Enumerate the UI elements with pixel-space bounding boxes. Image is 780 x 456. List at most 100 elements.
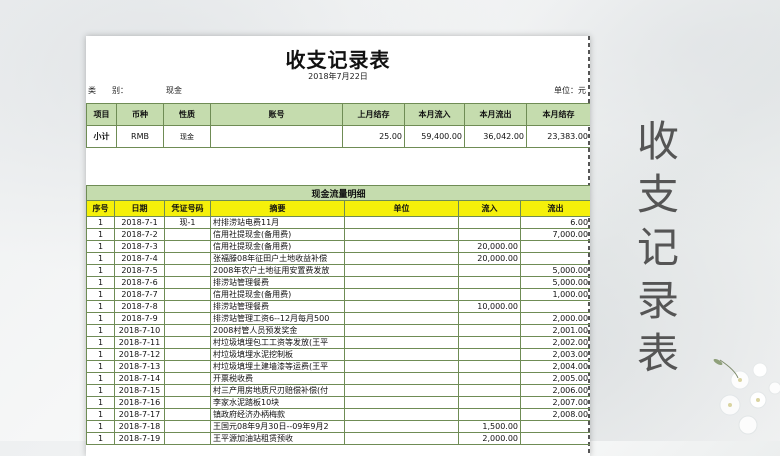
- table-cell[interactable]: 1: [86, 264, 115, 277]
- table-cell[interactable]: [164, 348, 211, 361]
- table-cell[interactable]: 信用社提现金(备用费): [210, 240, 345, 253]
- table-cell[interactable]: 2018-7-12: [114, 348, 165, 361]
- table-cell[interactable]: [458, 288, 521, 301]
- table-cell[interactable]: 2018-7-11: [114, 336, 165, 349]
- table-cell[interactable]: [164, 396, 211, 409]
- table-cell[interactable]: 2018-7-4: [114, 252, 165, 265]
- table-cell[interactable]: 2,003.00: [519, 348, 590, 361]
- table-cell[interactable]: 2,005.00: [519, 372, 590, 385]
- table-cell[interactable]: 1: [86, 384, 115, 397]
- table-cell[interactable]: 2018-7-6: [114, 276, 165, 289]
- table-cell[interactable]: 2,000.00: [519, 312, 590, 325]
- table-cell[interactable]: [164, 240, 211, 253]
- table-cell[interactable]: [344, 336, 459, 349]
- summary-cell[interactable]: 36,042.00: [464, 125, 527, 148]
- table-cell[interactable]: [344, 228, 459, 241]
- table-cell[interactable]: [164, 300, 211, 313]
- table-cell[interactable]: [519, 420, 590, 433]
- detail-header-cell[interactable]: 单位: [344, 200, 459, 217]
- table-cell[interactable]: 排涝站管理餐费: [210, 276, 345, 289]
- table-cell[interactable]: 1: [86, 348, 115, 361]
- table-cell[interactable]: 2,000.00: [458, 432, 521, 445]
- table-cell[interactable]: [519, 240, 590, 253]
- header-cell[interactable]: 账号: [210, 103, 343, 126]
- table-cell[interactable]: 1: [86, 228, 115, 241]
- table-cell[interactable]: [519, 300, 590, 313]
- table-cell[interactable]: [344, 396, 459, 409]
- table-cell[interactable]: 排涝站管理餐费: [210, 300, 345, 313]
- table-cell[interactable]: [344, 372, 459, 385]
- table-cell[interactable]: [344, 264, 459, 277]
- table-cell[interactable]: 2018-7-1: [114, 216, 165, 229]
- table-cell[interactable]: [458, 264, 521, 277]
- table-cell[interactable]: [164, 372, 211, 385]
- table-cell[interactable]: 1: [86, 252, 115, 265]
- table-cell[interactable]: 2018-7-15: [114, 384, 165, 397]
- table-cell[interactable]: [458, 312, 521, 325]
- table-cell[interactable]: [164, 420, 211, 433]
- table-cell[interactable]: [164, 336, 211, 349]
- table-cell[interactable]: [458, 324, 521, 337]
- table-cell[interactable]: [344, 348, 459, 361]
- table-cell[interactable]: 2018-7-9: [114, 312, 165, 325]
- table-cell[interactable]: 村三产用房地质尺刃赔偿补偿(付: [210, 384, 345, 397]
- table-cell[interactable]: 1: [86, 372, 115, 385]
- table-cell[interactable]: [344, 288, 459, 301]
- table-cell[interactable]: 村垃圾填埋土建墙漆等运费(王平: [210, 360, 345, 373]
- table-cell[interactable]: [344, 432, 459, 445]
- detail-header-cell[interactable]: 流入: [458, 200, 521, 217]
- detail-header-cell[interactable]: 凭证号码: [164, 200, 211, 217]
- table-cell[interactable]: [458, 336, 521, 349]
- table-cell[interactable]: 排涝站管理工资6--12月每月500: [210, 312, 345, 325]
- table-cell[interactable]: [458, 216, 521, 229]
- table-cell[interactable]: [458, 408, 521, 421]
- table-cell[interactable]: [458, 360, 521, 373]
- table-cell[interactable]: [164, 408, 211, 421]
- table-cell[interactable]: 2,002.00: [519, 336, 590, 349]
- summary-cell[interactable]: 59,400.00: [404, 125, 465, 148]
- table-cell[interactable]: [164, 228, 211, 241]
- table-cell[interactable]: 2018-7-17: [114, 408, 165, 421]
- table-cell[interactable]: [344, 240, 459, 253]
- table-cell[interactable]: 2018-7-5: [114, 264, 165, 277]
- table-cell[interactable]: 1: [86, 420, 115, 433]
- table-cell[interactable]: [458, 276, 521, 289]
- table-cell[interactable]: [164, 432, 211, 445]
- table-cell[interactable]: [344, 300, 459, 313]
- table-cell[interactable]: 2018-7-7: [114, 288, 165, 301]
- table-cell[interactable]: 开票税收费: [210, 372, 345, 385]
- header-cell[interactable]: 币种: [116, 103, 164, 126]
- header-cell[interactable]: 性质: [163, 103, 211, 126]
- table-cell[interactable]: 2,001.00: [519, 324, 590, 337]
- table-cell[interactable]: [344, 408, 459, 421]
- table-cell[interactable]: [164, 252, 211, 265]
- table-cell[interactable]: 2008村管人员预发奖金: [210, 324, 345, 337]
- table-cell[interactable]: [344, 384, 459, 397]
- header-cell[interactable]: 项目: [86, 103, 117, 126]
- table-cell[interactable]: 1: [86, 324, 115, 337]
- table-cell[interactable]: 李家水泥踏板10块: [210, 396, 345, 409]
- table-cell[interactable]: [458, 396, 521, 409]
- table-cell[interactable]: [344, 360, 459, 373]
- table-cell[interactable]: [164, 312, 211, 325]
- header-cell[interactable]: 上月结存: [342, 103, 405, 126]
- table-cell[interactable]: 2018-7-8: [114, 300, 165, 313]
- table-cell[interactable]: 村垃圾填埋水泥挖制板: [210, 348, 345, 361]
- table-cell[interactable]: [458, 228, 521, 241]
- table-cell[interactable]: [458, 384, 521, 397]
- table-cell[interactable]: 2018-7-2: [114, 228, 165, 241]
- summary-cell[interactable]: 小计: [86, 125, 117, 148]
- table-cell[interactable]: 信用社提现金(备用费): [210, 288, 345, 301]
- table-cell[interactable]: [458, 348, 521, 361]
- detail-header-cell[interactable]: 摘要: [210, 200, 345, 217]
- table-cell[interactable]: 2018-7-10: [114, 324, 165, 337]
- table-cell[interactable]: 1: [86, 216, 115, 229]
- table-cell[interactable]: 6.00: [519, 216, 590, 229]
- table-cell[interactable]: 现-1: [164, 216, 211, 229]
- table-cell[interactable]: [344, 324, 459, 337]
- header-cell[interactable]: 本月结存: [526, 103, 590, 126]
- table-cell[interactable]: [164, 276, 211, 289]
- table-cell[interactable]: 村垃圾填埋包工工资等发放(王平: [210, 336, 345, 349]
- table-cell[interactable]: 2018-7-3: [114, 240, 165, 253]
- table-cell[interactable]: [519, 432, 590, 445]
